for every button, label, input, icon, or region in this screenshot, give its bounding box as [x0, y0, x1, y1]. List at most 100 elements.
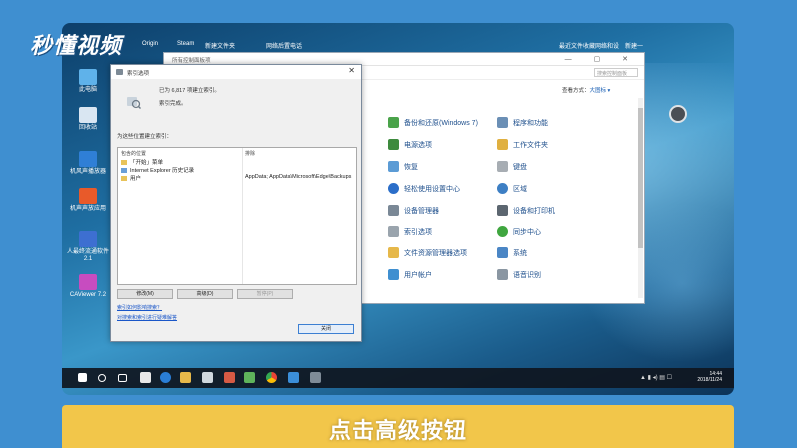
desktop-icon-player2[interactable]: 机声声放应用	[66, 188, 110, 213]
modify-button[interactable]: 修改(M)	[117, 289, 173, 299]
edge-icon[interactable]	[160, 372, 171, 383]
scrollbar[interactable]	[638, 98, 643, 298]
view-by[interactable]: 查看方式：大图标 ▾	[562, 86, 610, 94]
cp-item-devices-printers[interactable]: 设备和打印机	[497, 205, 555, 216]
keyboard-icon	[497, 161, 508, 172]
desktop-icon-label: 机声声放应用	[69, 206, 106, 212]
help-link-troubleshoot[interactable]: 对搜索和索引进行疑难解答	[117, 314, 177, 321]
cp-item-sync-center[interactable]: 同步中心	[497, 226, 541, 237]
cp-item-ease-of-access[interactable]: 轻松使用设置中心	[388, 183, 460, 194]
printer-icon	[497, 205, 508, 216]
search-icon[interactable]	[98, 374, 106, 382]
column-header-locations[interactable]: 包含的位置	[121, 150, 146, 157]
included-locations-label: 为这些位置建立索引：	[117, 134, 173, 140]
indexing-taskbar-icon[interactable]	[310, 372, 321, 383]
caption-bar: 点击高级按钮	[62, 405, 734, 448]
taskbar: ▲ ▮ ◂) ▤ ☐ 14:44 2018/11/24	[62, 368, 734, 388]
search-input[interactable]: 搜索控制面板	[594, 68, 638, 77]
location-label: Internet Explorer 历史记录	[130, 168, 195, 174]
floating-assistant-icon[interactable]	[669, 105, 687, 123]
power-icon	[388, 139, 399, 150]
cp-item-explorer-options[interactable]: 文件资源管理器选项	[388, 247, 467, 258]
cp-item-indexing[interactable]: 索引选项	[388, 226, 432, 237]
cp-item-recovery[interactable]: 恢复	[388, 161, 418, 172]
app-icon[interactable]	[244, 372, 255, 383]
cp-item-label: 设备和打印机	[513, 207, 555, 215]
store-icon[interactable]	[140, 372, 151, 383]
desktop-icon-player1[interactable]: 机风声播放器	[66, 151, 110, 176]
cp-item-work-folders[interactable]: 工作文件夹	[497, 139, 548, 150]
included-locations-list[interactable]: 包含的位置 排除 「开始」菜单 Internet Explorer 历史记录 用…	[117, 147, 357, 285]
scrollbar-thumb[interactable]	[638, 108, 643, 248]
system-icon	[497, 247, 508, 258]
desktop-icon-caviewer[interactable]: CAViewer 7.2	[66, 274, 110, 299]
folder-icon	[388, 247, 399, 258]
cp-item-label: 同步中心	[513, 228, 541, 236]
app-icon	[79, 231, 97, 247]
close-icon[interactable]: ✕	[348, 66, 355, 75]
cp-item-label: 程序和功能	[513, 119, 548, 127]
desktop-icon-new[interactable]: 新建一	[625, 41, 643, 50]
desktop-icon-software[interactable]: 人最终流通软件2.1	[66, 231, 110, 263]
desktop-icon-steam[interactable]: Steam	[177, 41, 194, 47]
cp-item-region[interactable]: 区域	[497, 183, 527, 194]
cp-item-programs[interactable]: 程序和功能	[497, 117, 548, 128]
column-header-exclude[interactable]: 排除	[245, 150, 255, 157]
cp-item-power[interactable]: 电源选项	[388, 139, 432, 150]
indexing-options-dialog: 索引选项 ✕ 已为 6,817 项建立索引。 索引完成。 为这些位置建立索引： …	[110, 64, 362, 342]
index-status-text: 索引完成。	[159, 101, 187, 107]
cp-item-label: 区域	[513, 185, 527, 193]
cp-item-label: 备份和还原(Windows 7)	[404, 119, 478, 127]
cp-item-keyboard[interactable]: 键盘	[497, 161, 527, 172]
desktop-icon-recent[interactable]: 最近文件收藏	[559, 41, 595, 50]
system-tray[interactable]: ▲ ▮ ◂) ▤ ☐	[640, 374, 672, 381]
desktop-icon-recycle-bin[interactable]: 回收站	[66, 107, 110, 132]
app-icon	[79, 188, 97, 204]
computer-icon	[79, 69, 97, 85]
app-icon[interactable]	[224, 372, 235, 383]
frame-left	[0, 0, 62, 448]
sync-icon	[497, 226, 508, 237]
recovery-icon	[388, 161, 399, 172]
list-item[interactable]: Internet Explorer 历史记录	[121, 166, 194, 174]
list-item[interactable]: 用户	[121, 174, 141, 182]
cp-item-label: 系统	[513, 249, 527, 257]
cp-item-label: 设备管理器	[404, 207, 439, 215]
file-explorer-icon[interactable]	[180, 372, 191, 383]
desktop-icon-this-pc[interactable]: 此电脑	[66, 69, 110, 94]
video-logo: 秒懂视频	[30, 34, 123, 59]
app-icon[interactable]	[288, 372, 299, 383]
start-icon[interactable]	[78, 373, 87, 382]
microphone-icon	[497, 269, 508, 280]
pause-button[interactable]: 暂停(P)	[237, 289, 293, 299]
desktop-icon-network[interactable]: 网络后置电话	[266, 41, 302, 50]
app-icon[interactable]	[202, 372, 213, 383]
clock-date: 2018/11/24	[697, 377, 722, 383]
list-item[interactable]: 「开始」菜单	[121, 158, 163, 166]
close-button[interactable]: 关闭	[298, 324, 354, 334]
window-controls[interactable]: — ▢ ✕	[565, 55, 638, 63]
cp-item-label: 文件资源管理器选项	[404, 249, 467, 257]
task-view-icon[interactable]	[118, 374, 127, 382]
cp-item-system[interactable]: 系统	[497, 247, 527, 258]
desktop-icon-network-settings[interactable]: 网络和设	[595, 41, 619, 50]
work-folder-icon	[497, 139, 508, 150]
desktop-screen: Origin Steam 新建文件夹 网络后置电话 最近文件收藏 网络和设 新建…	[62, 23, 734, 395]
folder-icon	[121, 159, 127, 165]
view-by-dropdown[interactable]: 大图标 ▾	[590, 88, 611, 94]
cp-item-backup[interactable]: 备份和还原(Windows 7)	[388, 117, 478, 128]
cp-item-label: 语音识别	[513, 271, 541, 279]
desktop-icon-label: 回收站	[78, 125, 97, 131]
help-link-search[interactable]: 索引如何影响搜索？	[117, 304, 162, 311]
advanced-button[interactable]: 高级(D)	[177, 289, 233, 299]
chrome-icon[interactable]	[266, 372, 277, 383]
globe-icon	[497, 183, 508, 194]
caption-text: 点击高级按钮	[328, 419, 467, 444]
desktop-icon-new-folder[interactable]: 新建文件夹	[205, 41, 235, 50]
cp-item-speech[interactable]: 语音识别	[497, 269, 541, 280]
clock[interactable]: 14:44 2018/11/24	[697, 371, 722, 383]
user-icon	[388, 269, 399, 280]
cp-item-user-accounts[interactable]: 用户帐户	[388, 269, 432, 280]
cp-item-device-manager[interactable]: 设备管理器	[388, 205, 439, 216]
cp-item-label: 工作文件夹	[513, 141, 548, 149]
